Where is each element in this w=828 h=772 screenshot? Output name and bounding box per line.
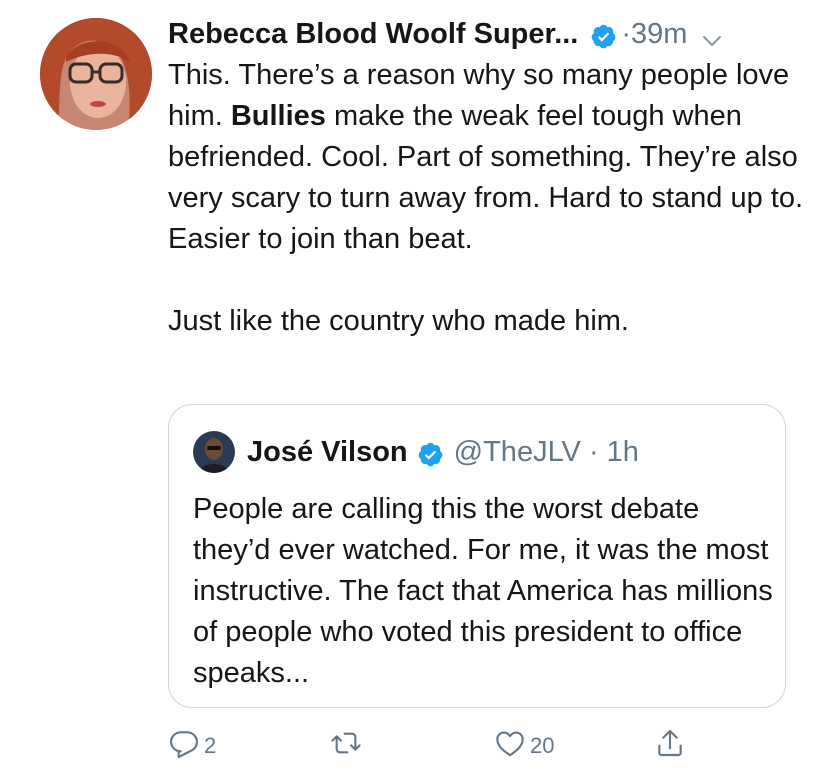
author-name[interactable]: Rebecca Blood Woolf Super... [168, 14, 578, 54]
quoted-author-name: José Vilson [247, 436, 408, 468]
quoted-tweet[interactable]: José Vilson @TheJLV · 1h People are call… [168, 404, 786, 708]
like-button[interactable]: 20 [494, 727, 554, 765]
verified-badge-icon [590, 21, 617, 48]
tweet-paragraph-1: This. There’s a reason why so many peopl… [168, 55, 808, 260]
retweet-button[interactable] [330, 727, 366, 765]
tweet-text: This. There’s a reason why so many peopl… [168, 55, 808, 342]
tweet-time[interactable]: ·39m [621, 14, 687, 54]
reply-count: 2 [204, 733, 217, 758]
heart-icon [494, 727, 526, 765]
share-icon [654, 727, 686, 765]
quoted-tweet-header: José Vilson @TheJLV · 1h [193, 431, 639, 473]
tweet-content: Rebecca Blood Woolf Super... ·39m This. … [168, 14, 808, 342]
tweet-paragraph-2: Just like the country who made him. [168, 305, 629, 337]
tweet-action-bar: 2 20 [168, 727, 768, 767]
chevron-down-icon[interactable] [701, 23, 723, 46]
like-count: 20 [530, 733, 555, 758]
verified-badge-icon [417, 439, 444, 466]
author-avatar[interactable] [40, 18, 152, 130]
reply-icon [168, 727, 200, 765]
reply-button[interactable]: 2 [168, 727, 216, 765]
quoted-author-handle: @TheJLV · 1h [453, 436, 639, 468]
tweet-text-bold: Bullies [230, 100, 326, 132]
quoted-tweet-text: People are calling this the worst debate… [193, 493, 773, 689]
retweet-icon [330, 727, 362, 765]
quoted-author-avatar [193, 431, 235, 473]
tweet-header: Rebecca Blood Woolf Super... ·39m [168, 14, 808, 54]
share-button[interactable] [654, 727, 686, 765]
